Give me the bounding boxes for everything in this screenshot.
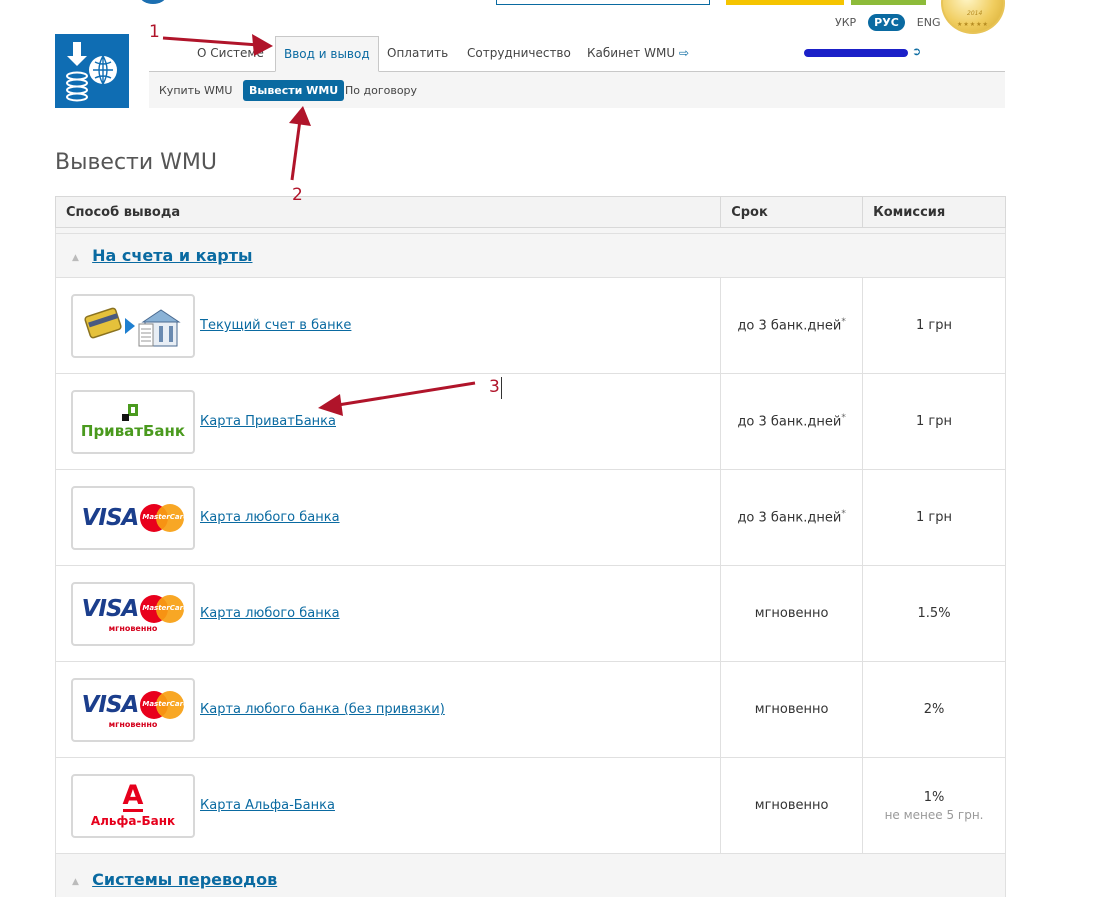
text-cursor: [501, 377, 502, 399]
arrow-2-icon: [290, 119, 302, 181]
arrow-1-icon: [162, 36, 259, 47]
annotation-step-3: 3: [489, 377, 500, 397]
annotation-step-2: 2: [292, 185, 303, 205]
annotation-step-1: 1: [149, 22, 160, 42]
arrow-3-icon: [337, 381, 476, 407]
annotation-arrows: [162, 34, 476, 416]
